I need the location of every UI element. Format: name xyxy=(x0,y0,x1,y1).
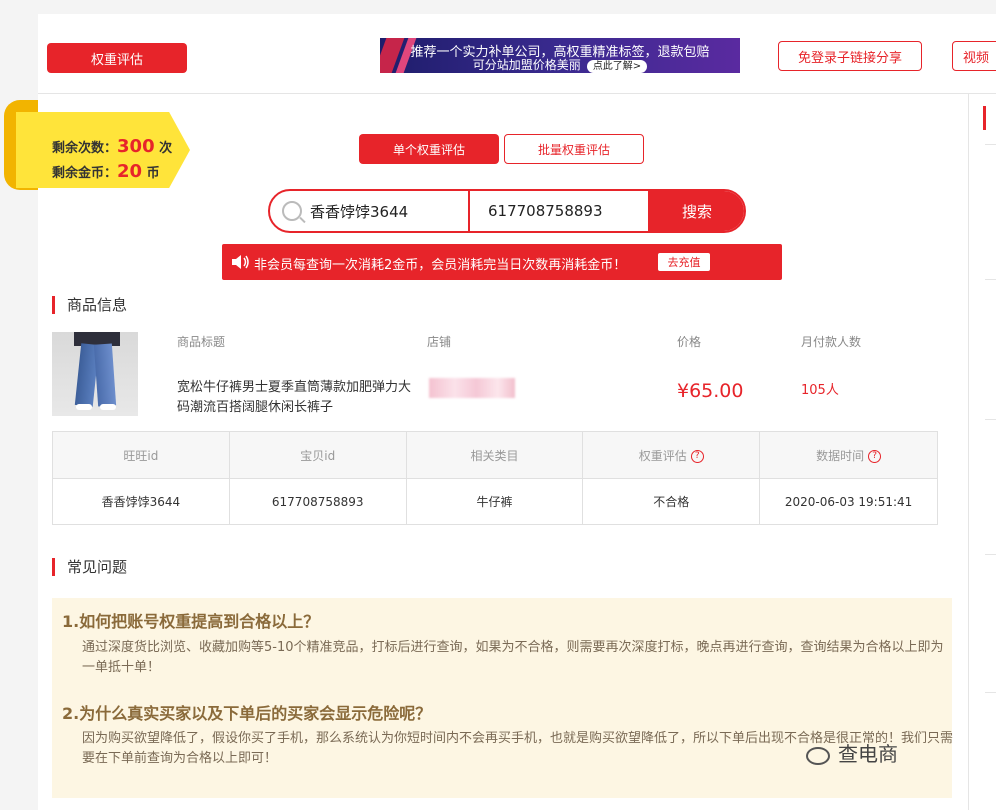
table-row: 香香饽饽3644 617708758893 牛仔裤 不合格 2020-06-03… xyxy=(52,478,938,525)
faq-section-title: 常见问题 xyxy=(52,558,127,576)
remaining-coins-value: 20 xyxy=(117,161,143,182)
wechat-icon xyxy=(806,746,830,765)
th-data-time-label: 数据时间 xyxy=(816,448,865,463)
count-unit: 次 xyxy=(159,141,173,156)
image-shoe xyxy=(76,404,92,410)
product-title[interactable]: 宽松牛仔裤男士夏季直筒薄款加肥弹力大码潮流百搭阔腿休闲长裤子 xyxy=(177,378,422,418)
faq-answer-1: 通过深度货比浏览、收藏加购等5-10个精准竞品，打标后进行查询，如果为不合格，则… xyxy=(82,640,944,675)
help-icon[interactable]: ? xyxy=(868,449,882,463)
th-item-id: 宝贝id xyxy=(228,431,407,479)
sidebar-divider xyxy=(985,279,996,280)
cell-item-id: 617708758893 xyxy=(228,478,407,525)
search-button[interactable]: 搜索 xyxy=(648,191,744,231)
faq-question-1: 1.如何把账号权重提高到合格以上？ xyxy=(62,612,320,631)
th-data-time: 数据时间? xyxy=(759,431,938,479)
coin-unit: 币 xyxy=(146,166,160,181)
wangwang-id-value: 香香饽饽3644 xyxy=(310,202,409,221)
remaining-count-label: 剩余次数： xyxy=(52,141,118,156)
cell-wangwang-id: 香香饽饽3644 xyxy=(52,478,230,525)
item-id-value: 617708758893 xyxy=(488,202,603,220)
product-section-title: 商品信息 xyxy=(52,296,127,314)
recharge-button[interactable]: 去充值 xyxy=(658,253,710,271)
sidebar-divider xyxy=(985,692,996,693)
sidebar-divider xyxy=(985,419,996,420)
sidebar-active-marker xyxy=(983,106,986,130)
shop-name-blurred xyxy=(429,378,515,398)
cell-weight-eval: 不合格 xyxy=(582,478,761,525)
remaining-coins-label: 剩余金币： xyxy=(52,166,118,181)
th-weight-eval: 权重评估? xyxy=(582,431,761,479)
item-id-input[interactable]: 617708758893 xyxy=(472,191,648,231)
th-weight-eval-label: 权重评估 xyxy=(638,448,687,463)
image-leg xyxy=(93,343,117,407)
search-bar: 香香饽饽3644 617708758893 搜索 xyxy=(268,189,746,233)
watermark: 查电商 xyxy=(806,738,898,767)
product-price: ¥65.00 xyxy=(677,380,744,402)
share-link-button[interactable]: 免登录子链接分享 xyxy=(778,41,922,71)
right-sidebar xyxy=(968,94,996,810)
cell-data-time: 2020-06-03 19:51:41 xyxy=(759,478,938,525)
header-price: 价格 xyxy=(677,335,702,349)
faq-panel: 1.如何把账号权重提高到合格以上？ 通过深度货比浏览、收藏加购等5-10个精准竞… xyxy=(52,598,953,798)
sidebar-divider xyxy=(985,554,996,555)
banner-subline: 可分站加盟价格美丽 点此了解> xyxy=(380,56,740,73)
faq-question-2: 2.为什么真实买家以及下单后的买家会显示危险呢？ xyxy=(62,704,432,723)
sidebar-divider xyxy=(985,144,996,145)
remaining-coins: 剩余金币：20 币 xyxy=(52,161,160,182)
header-shop: 店铺 xyxy=(427,335,452,349)
promo-banner[interactable]: 推荐一个实力补单公司，高权重精准标签，退款包赔 可分站加盟价格美丽 点此了解> xyxy=(380,38,740,73)
notice-text: 非会员每查询一次消耗2金币，会员消耗完当日次数再消耗金币！ xyxy=(254,258,627,273)
wangwang-id-input[interactable]: 香香饽饽3644 xyxy=(270,191,470,231)
remaining-count: 剩余次数：300 次 xyxy=(52,136,172,157)
weight-eval-button[interactable]: 权重评估 xyxy=(47,43,187,73)
tab-batch-eval[interactable]: 批量权重评估 xyxy=(504,134,644,164)
banner-more-link[interactable]: 点此了解> xyxy=(586,60,648,73)
notice-bar: 非会员每查询一次消耗2金币，会员消耗完当日次数再消耗金币！ 去充值 xyxy=(222,244,782,280)
image-shoe xyxy=(100,404,116,410)
product-image[interactable] xyxy=(52,332,138,416)
help-icon[interactable]: ? xyxy=(690,449,704,463)
result-table: 旺旺id 宝贝id 相关类目 权重评估? 数据时间? 香香饽饽3644 6177… xyxy=(52,431,938,525)
balance-ribbon: 剩余次数：300 次 剩余金币：20 币 xyxy=(4,100,190,190)
remaining-count-value: 300 xyxy=(117,136,155,157)
header-monthly-buyers: 月付款人数 xyxy=(801,335,862,349)
th-wangwang-id: 旺旺id xyxy=(52,431,230,479)
th-category: 相关类目 xyxy=(405,431,584,479)
top-bar: 权重评估 推荐一个实力补单公司，高权重精准标签，退款包赔 可分站加盟价格美丽 点此… xyxy=(38,14,996,94)
video-button[interactable]: 视频 xyxy=(952,41,996,71)
monthly-buyers: 105人 xyxy=(801,383,839,398)
header-product-title: 商品标题 xyxy=(177,335,226,349)
table-header-row: 旺旺id 宝贝id 相关类目 权重评估? 数据时间? xyxy=(52,431,938,479)
cell-category: 牛仔裤 xyxy=(405,478,584,525)
watermark-text: 查电商 xyxy=(838,742,898,766)
search-icon xyxy=(282,201,302,221)
tab-single-eval[interactable]: 单个权重评估 xyxy=(359,134,499,164)
speaker-icon xyxy=(232,255,249,269)
